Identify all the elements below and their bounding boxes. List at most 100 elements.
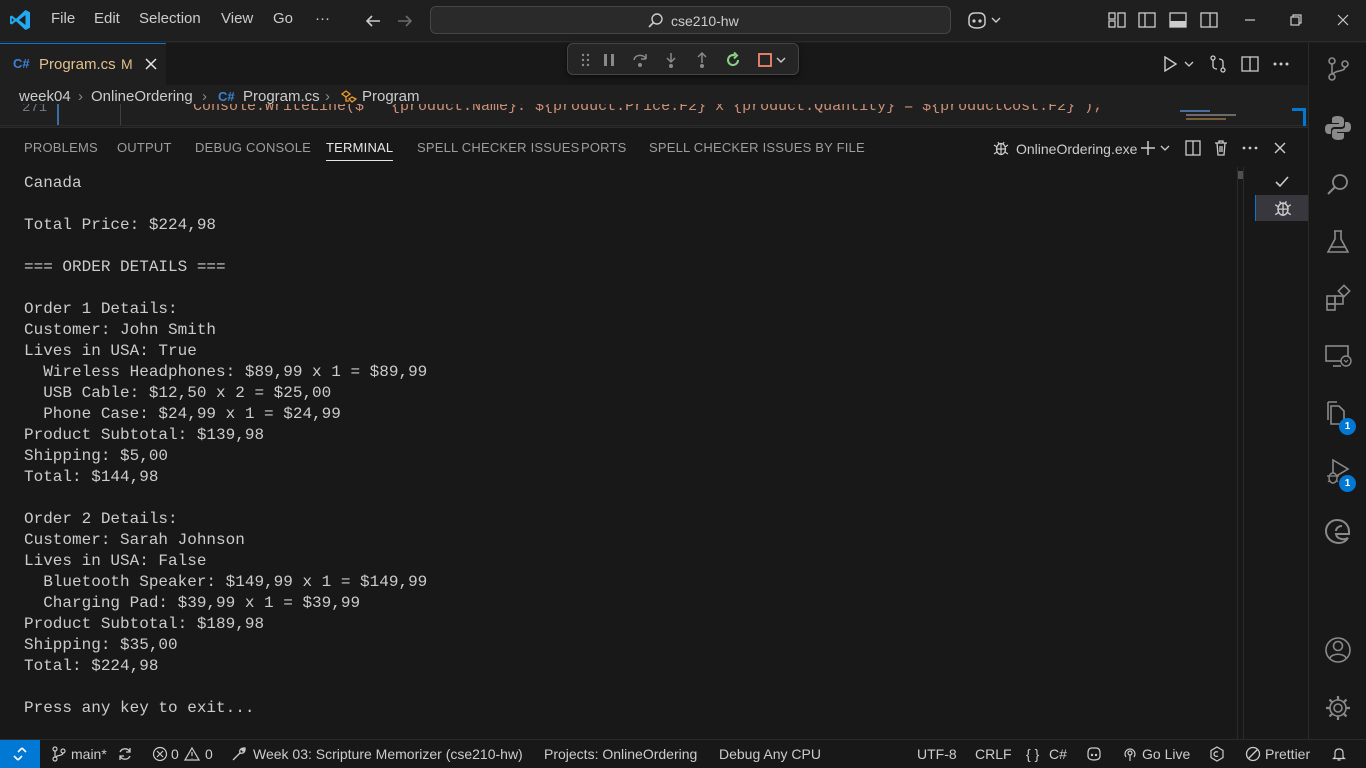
breadcrumb-symbol[interactable]: Program bbox=[362, 88, 420, 105]
forward-arrow-icon[interactable] bbox=[395, 11, 415, 31]
split-editor-icon[interactable] bbox=[1240, 54, 1260, 74]
step-out-icon[interactable] bbox=[693, 51, 711, 69]
toggle-secondary-sidebar-icon[interactable] bbox=[1199, 10, 1219, 30]
terminal-list-item-debug[interactable] bbox=[1255, 195, 1309, 221]
close-tab-icon[interactable] bbox=[144, 57, 158, 71]
more-actions-icon[interactable] bbox=[1271, 54, 1291, 74]
tab-spell-checker-issues[interactable]: SPELL CHECKER ISSUES bbox=[417, 140, 579, 155]
csharp-devkit-icon[interactable] bbox=[1209, 746, 1225, 762]
drag-handle-icon[interactable] bbox=[577, 51, 595, 69]
toggle-primary-sidebar-icon[interactable] bbox=[1137, 10, 1157, 30]
source-control-icon[interactable] bbox=[1323, 54, 1353, 84]
menu-selection[interactable]: Selection bbox=[139, 10, 201, 32]
manage-gear-icon[interactable] bbox=[1323, 693, 1353, 723]
terminal-line: Customer: John Smith bbox=[24, 321, 217, 339]
breadcrumb-separator-icon: › bbox=[202, 88, 207, 105]
terminal-name[interactable]: OnlineOrdering.exe bbox=[1016, 141, 1137, 157]
prettier-status[interactable]: Prettier bbox=[1265, 746, 1310, 764]
minimap[interactable] bbox=[1176, 106, 1246, 124]
menu-view[interactable]: View bbox=[221, 10, 253, 32]
error-count[interactable]: 0 bbox=[171, 746, 179, 764]
git-branch[interactable]: main* bbox=[71, 746, 107, 764]
tab-debug-console[interactable]: DEBUG CONSOLE bbox=[195, 140, 311, 155]
command-center-search[interactable]: cse210-hw bbox=[430, 6, 951, 34]
sync-icon[interactable] bbox=[117, 746, 133, 762]
breadcrumb-folder[interactable]: week04 bbox=[19, 88, 71, 105]
kill-terminal-trash-icon[interactable] bbox=[1212, 139, 1230, 157]
edge-browser-icon[interactable] bbox=[1323, 516, 1353, 546]
explorer-badge: 1 bbox=[1339, 418, 1356, 435]
breadcrumb-file[interactable]: Program.cs bbox=[243, 88, 320, 105]
editor-scrollbar[interactable] bbox=[1292, 108, 1306, 126]
compare-changes-icon[interactable] bbox=[1208, 54, 1228, 74]
terminal-dropdown-icon[interactable] bbox=[1158, 139, 1172, 157]
copilot-icon[interactable] bbox=[966, 10, 1002, 30]
end-of-line[interactable]: CRLF bbox=[975, 746, 1012, 764]
line-number: 271 bbox=[22, 104, 48, 116]
terminal-output[interactable]: Canada Total Price: $224,98 === ORDER DETA… bbox=[0, 167, 1238, 739]
encoding[interactable]: UTF-8 bbox=[917, 746, 957, 764]
copilot-status-icon[interactable] bbox=[1086, 746, 1102, 762]
pause-icon[interactable] bbox=[600, 51, 618, 69]
tab-terminal[interactable]: TERMINAL bbox=[326, 140, 394, 161]
go-live-button[interactable]: Go Live bbox=[1142, 746, 1190, 764]
new-terminal-icon[interactable] bbox=[1139, 139, 1157, 157]
restore-icon[interactable] bbox=[1286, 10, 1306, 30]
terminal-line: Wireless Headphones: $89,99 x 1 = $89,99 bbox=[24, 363, 428, 381]
tab-spell-checker-issues-by-file[interactable]: SPELL CHECKER ISSUES BY FILE bbox=[649, 140, 865, 155]
close-window-icon[interactable] bbox=[1333, 10, 1353, 30]
testing-flask-icon[interactable] bbox=[1323, 227, 1353, 257]
stop-icon[interactable] bbox=[757, 51, 793, 69]
restart-icon[interactable] bbox=[724, 51, 742, 69]
language-mode[interactable]: C# bbox=[1049, 746, 1067, 764]
branch-icon bbox=[52, 746, 66, 762]
terminal-line: Lives in USA: False bbox=[24, 552, 207, 570]
vscode-logo-icon bbox=[10, 10, 30, 30]
step-into-icon[interactable] bbox=[662, 51, 680, 69]
search-icon[interactable] bbox=[1323, 170, 1353, 200]
breadcrumb-separator-icon: › bbox=[325, 88, 330, 105]
minimize-icon[interactable] bbox=[1240, 10, 1260, 30]
tab-output[interactable]: OUTPUT bbox=[117, 140, 172, 155]
run-dropdown-icon[interactable] bbox=[1182, 54, 1196, 74]
notifications-bell-icon[interactable] bbox=[1331, 746, 1347, 762]
menu-go[interactable]: Go bbox=[273, 10, 293, 32]
breadcrumb-project[interactable]: OnlineOrdering bbox=[91, 88, 193, 105]
terminal-list-item-task[interactable] bbox=[1255, 169, 1309, 195]
split-terminal-icon[interactable] bbox=[1184, 139, 1202, 157]
terminal-line: === ORDER DETAILS === bbox=[24, 258, 226, 276]
terminal-line: Bluetooth Speaker: $149,99 x 1 = $149,99 bbox=[24, 573, 428, 591]
extensions-icon[interactable] bbox=[1323, 284, 1353, 314]
more-actions-icon[interactable] bbox=[1241, 139, 1259, 157]
accounts-icon[interactable] bbox=[1323, 635, 1353, 665]
tab-problems[interactable]: PROBLEMS bbox=[24, 140, 98, 155]
projects-status[interactable]: Projects: OnlineOrdering bbox=[544, 746, 697, 764]
broadcast-icon bbox=[1124, 748, 1136, 761]
step-over-icon[interactable] bbox=[631, 51, 649, 69]
terminal-line: Shipping: $35,00 bbox=[24, 636, 178, 654]
panel-tab-bar: PROBLEMS OUTPUT DEBUG CONSOLE TERMINAL S… bbox=[0, 127, 1308, 167]
close-panel-icon[interactable] bbox=[1271, 139, 1289, 157]
customize-layout-icon[interactable] bbox=[1107, 10, 1127, 30]
terminal-line: Total Price: $224,98 bbox=[24, 216, 217, 234]
python-icon[interactable] bbox=[1323, 113, 1353, 143]
menu-file[interactable]: File bbox=[51, 10, 75, 32]
indent-guide bbox=[57, 104, 59, 125]
csharp-file-icon: C# bbox=[13, 56, 30, 71]
remote-explorer-icon[interactable] bbox=[1323, 341, 1353, 371]
editor-code-line[interactable]: 271 Console.WriteLine($" {product.Name}:… bbox=[0, 104, 1308, 126]
menu-more[interactable]: ··· bbox=[315, 10, 330, 32]
menu-edit[interactable]: Edit bbox=[94, 10, 120, 32]
back-arrow-icon[interactable] bbox=[363, 11, 383, 31]
warning-count[interactable]: 0 bbox=[205, 746, 213, 764]
tab-ports[interactable]: PORTS bbox=[581, 140, 627, 155]
tools-icon bbox=[232, 747, 246, 761]
toggle-panel-icon[interactable] bbox=[1168, 10, 1188, 30]
terminal-line: Canada bbox=[24, 174, 82, 192]
run-debug-badge: 1 bbox=[1339, 475, 1356, 492]
run-icon[interactable] bbox=[1160, 54, 1180, 74]
tab-program-cs[interactable]: C# Program.cs M bbox=[0, 43, 166, 85]
task-status[interactable]: Week 03: Scripture Memorizer (cse210-hw) bbox=[253, 746, 523, 764]
build-configuration[interactable]: Debug Any CPU bbox=[719, 746, 821, 764]
remote-indicator[interactable] bbox=[0, 740, 40, 768]
